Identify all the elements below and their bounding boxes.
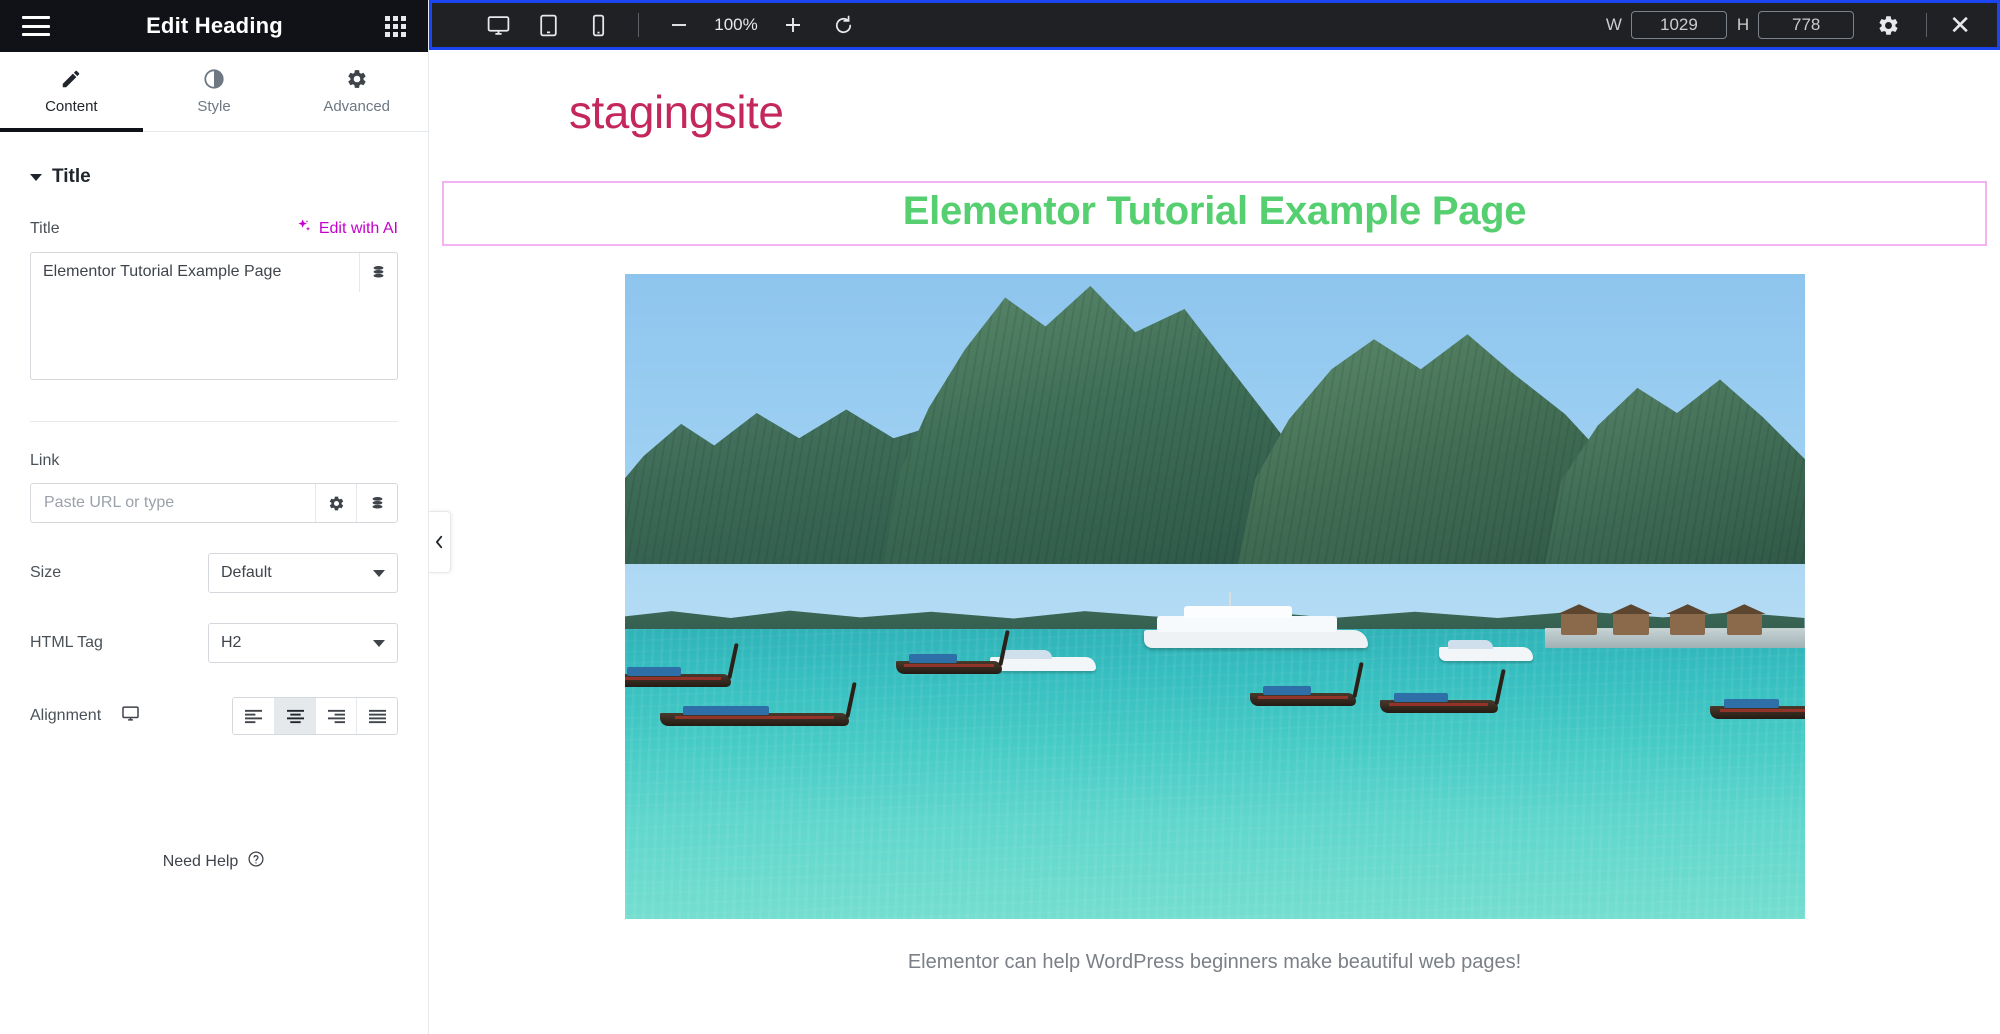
contrast-icon: [203, 68, 225, 90]
alignment-label: Alignment: [30, 707, 102, 724]
apps-grid-icon[interactable]: [385, 15, 406, 37]
alignment-button-group: [232, 697, 398, 735]
html-tag-label: HTML Tag: [30, 634, 103, 651]
title-label: Title: [30, 219, 60, 237]
zoom-level-value: 100%: [714, 15, 758, 34]
longtail-boat-6: [1710, 677, 1805, 720]
link-label: Link: [30, 452, 60, 469]
tab-content[interactable]: Content: [0, 52, 143, 132]
speedboat-2: [1438, 639, 1534, 661]
tab-style-label: Style: [197, 98, 231, 115]
tab-content-label: Content: [45, 98, 98, 115]
elementor-editor: Edit Heading Content Style Advanced Titl…: [0, 0, 2000, 1034]
link-input-group: [30, 483, 398, 523]
align-left-button[interactable]: [233, 698, 274, 734]
need-help-button[interactable]: Need Help: [30, 850, 398, 873]
panel-header: Edit Heading: [0, 0, 428, 52]
ferry-boat: [1143, 592, 1368, 649]
panel-collapse-handle[interactable]: [429, 511, 451, 573]
link-field-block: Link: [30, 452, 398, 523]
link-input[interactable]: [31, 484, 315, 522]
editor-canvas-area: 100% W H: [429, 0, 2000, 1034]
link-options-gear-icon[interactable]: [315, 484, 356, 522]
height-input[interactable]: [1758, 11, 1855, 39]
heading-widget-selected[interactable]: Elementor Tutorial Example Page: [442, 181, 1987, 246]
caret-down-icon: [30, 173, 42, 181]
html-tag-select[interactable]: H2: [208, 623, 398, 663]
title-field-label-row: Title Edit with AI: [30, 218, 398, 239]
dynamic-tags-icon[interactable]: [359, 253, 397, 292]
section-title-header[interactable]: Title: [30, 132, 398, 218]
align-center-button[interactable]: [274, 698, 315, 734]
chevron-down-icon: [373, 639, 385, 647]
desktop-icon[interactable]: [474, 6, 522, 44]
align-justify-button[interactable]: [356, 698, 397, 734]
width-label: W: [1605, 15, 1622, 34]
shore-huts: [1557, 601, 1793, 636]
chevron-down-icon: [373, 569, 385, 577]
bay-photo: [624, 274, 1805, 919]
mobile-icon[interactable]: [574, 6, 622, 44]
sparkle-icon: [296, 218, 312, 239]
desktop-icon[interactable]: [121, 704, 232, 728]
panel-body: Title Title Edit with AI Elementor Tutor…: [0, 132, 428, 1034]
size-value: Default: [221, 564, 272, 581]
longtail-boat-4: [1249, 662, 1364, 707]
zoom-in-button[interactable]: [769, 6, 817, 44]
title-input[interactable]: [30, 252, 398, 380]
tablet-icon[interactable]: [524, 6, 572, 44]
image-caption: Elementor can help WordPress beginners m…: [907, 951, 1522, 973]
height-control: H: [1736, 11, 1855, 39]
align-right-button[interactable]: [315, 698, 356, 734]
link-dynamic-tags-icon[interactable]: [356, 484, 397, 522]
pencil-icon: [60, 68, 82, 90]
longtail-boat-2: [659, 676, 857, 726]
zoom-out-button[interactable]: [655, 6, 703, 44]
size-field-row: Size Default: [30, 553, 398, 593]
page-heading: Elementor Tutorial Example Page: [902, 189, 1527, 233]
title-input-wrapper: [30, 252, 398, 385]
tab-advanced[interactable]: Advanced: [285, 52, 428, 131]
reset-rotate-icon[interactable]: [819, 6, 867, 44]
size-label: Size: [30, 564, 62, 581]
image-widget[interactable]: [429, 274, 2000, 919]
html-tag-field-row: HTML Tag H2: [30, 623, 398, 663]
site-title: stagingsite: [569, 86, 784, 138]
toolbar-divider-right: [1926, 13, 1928, 37]
longtail-boat-3: [895, 629, 1010, 674]
speedboat-1: [990, 647, 1097, 671]
close-x-icon[interactable]: ✕: [1941, 12, 1979, 38]
panel-tabs: Content Style Advanced: [0, 52, 428, 132]
panel-title: Edit Heading: [146, 13, 283, 38]
edit-with-ai-button[interactable]: Edit with AI: [296, 218, 398, 239]
toolbar-right-controls: W H ✕: [1606, 6, 1985, 44]
width-input[interactable]: [1630, 11, 1727, 39]
tab-advanced-label: Advanced: [323, 98, 391, 115]
alignment-field-row: Alignment: [30, 697, 398, 735]
need-help-label: Need Help: [162, 852, 239, 870]
gear-icon: [346, 68, 368, 90]
longtail-boat-5: [1379, 668, 1506, 713]
height-label: H: [1736, 15, 1750, 34]
tab-style[interactable]: Style: [143, 52, 286, 131]
toolbar-divider: [638, 13, 639, 37]
width-control: W: [1606, 11, 1727, 39]
size-select[interactable]: Default: [208, 553, 398, 593]
section-title-label: Title: [52, 166, 91, 187]
gear-icon[interactable]: [1864, 6, 1912, 44]
html-tag-value: H2: [221, 634, 242, 651]
sea-water: [624, 628, 1805, 919]
responsive-toolbar: 100% W H: [429, 0, 2000, 50]
panel-divider: [30, 421, 398, 422]
question-circle-icon: [247, 850, 265, 873]
device-switcher: 100%: [444, 6, 867, 44]
edit-with-ai-label: Edit with AI: [318, 219, 398, 237]
page-canvas: stagingsite Elementor Tutorial Example P…: [429, 50, 2000, 1034]
editor-sidebar-panel: Edit Heading Content Style Advanced Titl…: [0, 0, 429, 1034]
